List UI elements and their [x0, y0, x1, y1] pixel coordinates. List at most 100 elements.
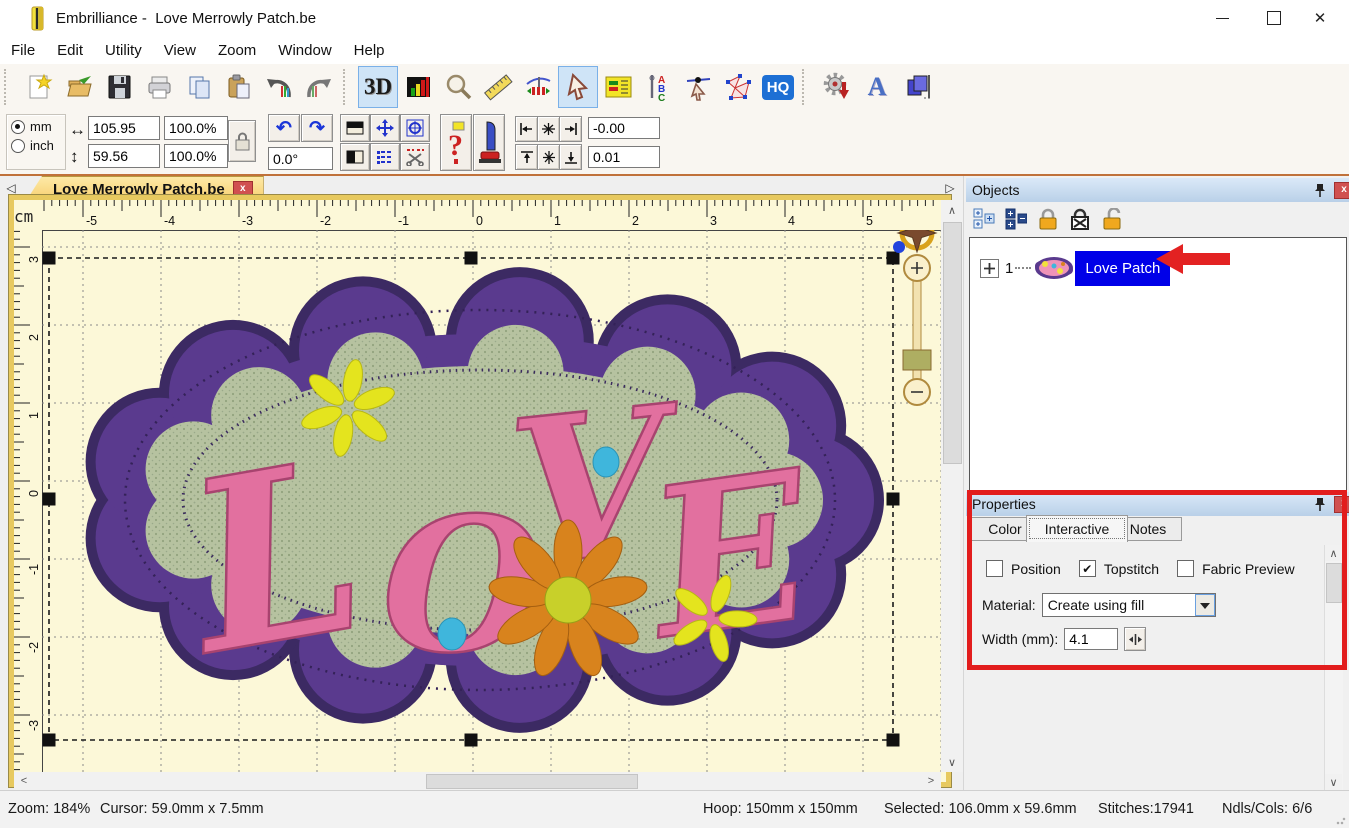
flip-horizontal-button[interactable] [340, 143, 370, 171]
menu-view[interactable]: View [153, 39, 207, 62]
rotate-cw-button[interactable]: ↷ [301, 114, 333, 142]
unit-inch-option[interactable]: inch [11, 138, 61, 153]
center-vertical-button[interactable] [537, 144, 560, 170]
rotate-cw-icon: ↷ [309, 119, 325, 138]
close-button[interactable]: ✕ [1297, 0, 1343, 36]
unit-mm-option[interactable]: mm [11, 119, 61, 134]
unlock-button[interactable] [1100, 207, 1124, 231]
undo-icon [264, 72, 294, 102]
radio-inch[interactable] [11, 139, 25, 153]
topstitch-checkbox[interactable]: ✔ [1079, 560, 1096, 577]
dropdown-arrow-icon[interactable] [1195, 594, 1215, 616]
whats-this-button[interactable]: ? [440, 114, 472, 171]
zoom-slider-thumb[interactable] [903, 350, 931, 370]
angle-field[interactable] [268, 147, 333, 170]
menu-file[interactable]: File [0, 39, 46, 62]
zoom-tool-button[interactable] [438, 66, 478, 108]
height-percent-field[interactable] [164, 144, 228, 168]
color-palette-button[interactable] [598, 66, 638, 108]
menu-utility[interactable]: Utility [94, 39, 153, 62]
stitch-simulator-button[interactable] [518, 66, 558, 108]
stitch-width-field[interactable] [1064, 628, 1118, 650]
canvas-vertical-scrollbar[interactable] [941, 200, 963, 772]
scroll-right-button[interactable] [923, 772, 939, 790]
fit-hoop-button[interactable] [400, 114, 430, 142]
new-button[interactable] [19, 66, 59, 108]
menu-window[interactable]: Window [267, 39, 342, 62]
material-dropdown[interactable]: Create using fill [1042, 593, 1216, 617]
3d-view-toggle[interactable]: 3D [358, 66, 398, 108]
undo-button[interactable] [259, 66, 299, 108]
width-percent-field[interactable] [164, 116, 228, 140]
canvas-horizontal-scrollbar[interactable] [14, 772, 941, 790]
select-tool-button[interactable] [558, 66, 598, 108]
pin-icon[interactable] [1314, 183, 1326, 198]
collapse-all-button[interactable] [1004, 207, 1028, 231]
position-checkbox[interactable] [986, 560, 1003, 577]
lettering-button[interactable]: A B C [638, 66, 678, 108]
props-scroll-up[interactable] [1325, 545, 1342, 561]
center-horizontal-button[interactable] [537, 116, 560, 142]
align-left-button[interactable] [515, 116, 538, 142]
width-stepper-button[interactable] [1124, 627, 1146, 651]
spacing-v-field[interactable] [588, 146, 660, 168]
hq-toggle[interactable]: HQ [758, 66, 798, 108]
orientation-compass[interactable]: N [893, 230, 940, 253]
merge-design-button[interactable] [897, 66, 937, 108]
zoom-slider[interactable] [903, 255, 931, 405]
props-scroll-thumb[interactable] [1326, 563, 1342, 603]
radio-mm[interactable] [11, 120, 25, 134]
align-right-button[interactable] [559, 116, 582, 142]
menu-edit[interactable]: Edit [46, 39, 94, 62]
open-button[interactable] [59, 66, 99, 108]
horizontal-scroll-thumb[interactable] [426, 774, 638, 789]
cleanup-button[interactable] [473, 114, 505, 171]
width-field[interactable] [88, 116, 160, 140]
lock-button[interactable] [1036, 207, 1060, 231]
object-row[interactable]: 1 Love Patch [980, 248, 1170, 288]
properties-scrollbar[interactable] [1324, 545, 1343, 790]
expand-all-button[interactable] [972, 207, 996, 231]
lock-exclude-button[interactable] [1068, 207, 1092, 231]
height-field[interactable] [88, 144, 160, 168]
fonts-button[interactable]: A [857, 66, 897, 108]
menu-zoom[interactable]: Zoom [207, 39, 267, 62]
scroll-left-button[interactable] [16, 772, 32, 790]
stitch-processor-button[interactable] [817, 66, 857, 108]
fabric-preview-checkbox[interactable] [1177, 560, 1194, 577]
save-button[interactable] [99, 66, 139, 108]
node-edit-button[interactable] [678, 66, 718, 108]
rotate-ccw-button[interactable]: ↶ [268, 114, 300, 142]
print-button[interactable] [139, 66, 179, 108]
pin-icon[interactable] [1314, 497, 1326, 512]
design-canvas[interactable]: L O V E [42, 230, 941, 772]
minimize-button[interactable] [1199, 0, 1245, 36]
resize-grip[interactable] [1336, 815, 1346, 825]
align-bottom-button[interactable] [559, 144, 582, 170]
vertical-scroll-thumb[interactable] [943, 222, 962, 464]
objects-close-button[interactable]: x [1334, 182, 1349, 199]
tree-expander[interactable] [980, 259, 999, 278]
stitch-colors-button[interactable] [398, 66, 438, 108]
width-icon: ↔ [69, 121, 86, 138]
menu-help[interactable]: Help [343, 39, 396, 62]
scroll-up-button[interactable] [941, 202, 963, 218]
mesh-edit-button[interactable] [718, 66, 758, 108]
trim-button[interactable] [400, 143, 430, 171]
flip-vertical-button[interactable] [340, 114, 370, 142]
embroidery-design[interactable]: L O V E [86, 267, 884, 733]
paste-button[interactable] [219, 66, 259, 108]
measure-tool-button[interactable] [478, 66, 518, 108]
center-design-button[interactable] [370, 114, 400, 142]
properties-close-button[interactable]: x [1334, 496, 1349, 513]
redo-button[interactable] [299, 66, 339, 108]
tab-interactive[interactable]: Interactive [1026, 515, 1128, 542]
align-top-button[interactable] [515, 144, 538, 170]
scroll-down-button[interactable] [941, 754, 963, 770]
stitch-order-button[interactable] [370, 143, 400, 171]
maximize-button[interactable] [1251, 0, 1297, 36]
aspect-lock-button[interactable] [228, 120, 256, 162]
props-scroll-down[interactable] [1325, 774, 1342, 790]
copy-button[interactable] [179, 66, 219, 108]
spacing-h-field[interactable] [588, 117, 660, 139]
